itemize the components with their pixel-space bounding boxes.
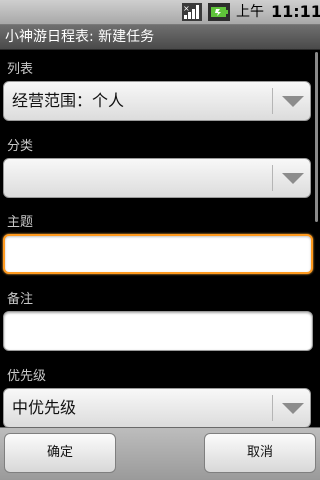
list-spinner-value: 经营范围：个人 — [12, 91, 125, 110]
page-title: 小神游日程表: 新建任务 — [5, 29, 155, 45]
list-spinner[interactable]: 经营范围：个人 — [3, 81, 311, 121]
priority-label: 优先级 — [7, 369, 47, 384]
scrollbar[interactable] — [315, 52, 318, 222]
chevron-down-icon — [282, 173, 304, 184]
status-time: 11:11 — [271, 2, 320, 21]
chevron-down-icon — [282, 403, 304, 414]
svg-text:×: × — [183, 4, 190, 13]
category-spinner[interactable] — [3, 158, 311, 198]
spinner-divider — [272, 395, 273, 421]
status-ampm: 上午 — [236, 4, 264, 20]
subject-input[interactable] — [3, 234, 313, 274]
signal-icon: × — [182, 3, 202, 21]
cancel-button[interactable]: 取消 — [204, 433, 316, 473]
chevron-down-icon — [282, 96, 304, 107]
bottom-button-bar: 确定 取消 — [0, 427, 320, 480]
subject-label: 主题 — [7, 215, 34, 230]
spinner-divider — [272, 88, 273, 114]
status-bar: × 上午 11:11 — [0, 0, 320, 25]
category-label: 分类 — [7, 139, 34, 154]
priority-spinner[interactable]: 中优先级 — [3, 388, 311, 428]
title-bar: 小神游日程表: 新建任务 — [0, 25, 320, 50]
screen: × 上午 11:11 小神游日程表: 新建任务 列表 经营范围：个人 分类 主题 — [0, 0, 320, 480]
spinner-divider — [272, 165, 273, 191]
list-label: 列表 — [7, 62, 34, 77]
note-label: 备注 — [7, 292, 34, 307]
battery-charging-icon — [208, 3, 230, 21]
priority-spinner-value: 中优先级 — [12, 398, 77, 417]
note-input[interactable] — [3, 311, 313, 351]
ok-button[interactable]: 确定 — [4, 433, 116, 473]
